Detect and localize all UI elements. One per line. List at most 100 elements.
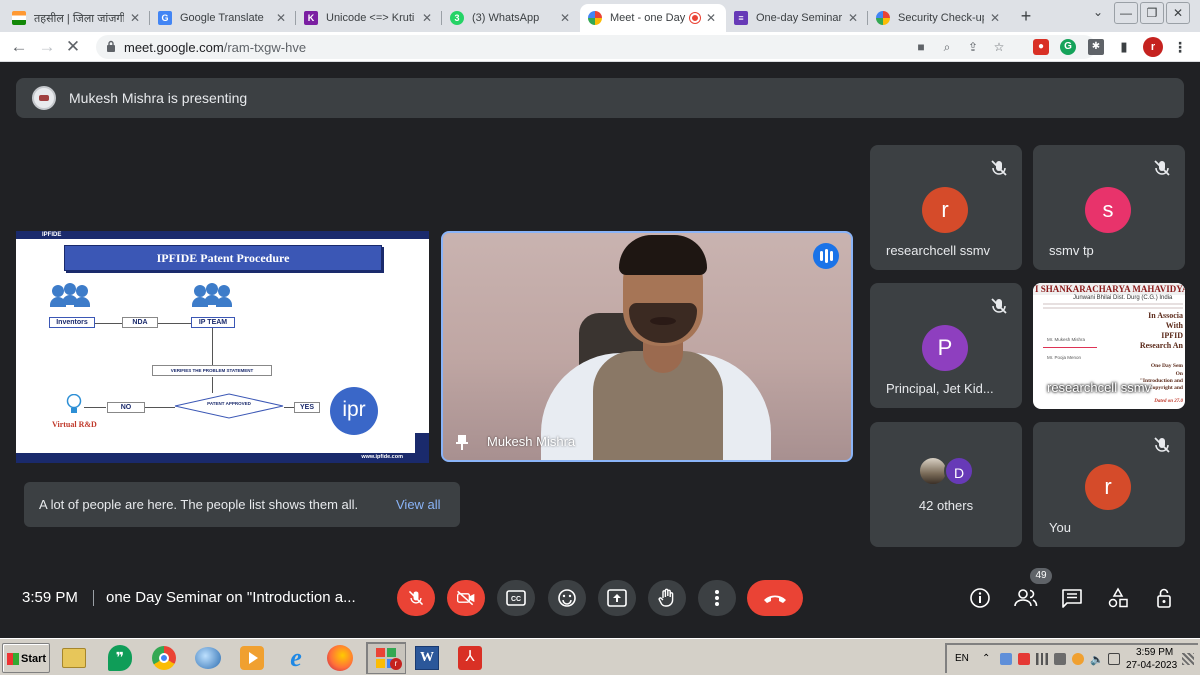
close-tab-icon[interactable]: ✕ [420,11,434,25]
captions-icon: CC [506,590,526,606]
network-signal-icon[interactable] [1036,653,1048,665]
lock-icon[interactable] [106,40,116,52]
minimize-button[interactable]: — [1114,2,1138,24]
internet-explorer-icon[interactable]: e [280,642,312,674]
present-button[interactable] [598,580,636,616]
acrobat-icon[interactable]: ⅄ [454,642,486,674]
zoom-icon[interactable]: ⌕ [939,39,955,55]
chat-button[interactable] [1059,584,1085,612]
inventors-label: Inventors [49,317,95,328]
leave-call-button[interactable] [747,580,803,616]
more-vert-icon [715,590,719,606]
more-options-button[interactable] [698,580,736,616]
captions-button[interactable]: CC [497,580,535,616]
tray-app-icon[interactable] [1000,653,1012,665]
raise-hand-button[interactable] [648,580,686,616]
yes-label: YES [294,402,320,413]
ip-team-people-icon [192,283,232,309]
new-tab-button[interactable]: + [1014,6,1038,28]
tab-security-checkup[interactable]: Security Check-up ✕ [868,4,1010,32]
side-panel-icon[interactable]: ▮ [1116,39,1132,55]
pin-icon[interactable] [455,434,469,450]
light-bulb-icon [66,394,82,413]
close-tab-icon[interactable]: ✕ [846,11,860,25]
ip-team-label: IP TEAM [191,317,235,328]
show-desktop-icon[interactable] [1182,653,1194,665]
mic-toggle-button[interactable] [397,580,435,616]
tab-one-day-seminar[interactable]: ≡ One-day Seminar on ✕ [726,4,868,32]
restore-button[interactable]: ❐ [1140,2,1164,24]
activities-shapes-icon [1108,587,1128,608]
participant-video-tile[interactable]: I SHANKARACHARYA MAHAVIDYAL Junwani Bhil… [1033,283,1185,409]
mic-off-icon [991,160,1007,176]
volume-icon[interactable]: 🔈 [1090,653,1104,666]
participant-avatar: r [922,187,968,233]
camera-in-use-icon[interactable]: ■ [913,39,929,55]
view-all-link[interactable]: View all [396,497,441,512]
recording-icon [690,13,700,23]
speaker-video-tile[interactable]: Mukesh Mishra [441,231,853,462]
meeting-details-button[interactable] [967,584,993,612]
close-tab-icon[interactable]: ✕ [558,11,572,25]
activities-button[interactable] [1105,584,1131,612]
inventors-people-icon [50,283,90,309]
word-icon[interactable]: W [410,642,444,674]
language-indicator[interactable]: EN [955,653,969,664]
speaker-name: Mukesh Mishra [487,434,576,449]
mic-off-icon [1154,437,1170,453]
more-menu-icon[interactable]: ⋮ [1172,39,1188,55]
people-button[interactable] [1013,584,1039,612]
participant-tile[interactable]: r researchcell ssmv [870,145,1022,270]
tab-tehsil[interactable]: तहसील | जिला जांजगी ✕ [4,4,150,32]
self-name: You [1049,520,1071,535]
others-count-label: 42 others [918,498,974,513]
participant-tile[interactable]: P Principal, Jet Kid... [870,283,1022,408]
tray-security-icon[interactable] [1018,653,1030,665]
tab-meet[interactable]: Meet - one Day ✕ [580,4,726,32]
back-button[interactable]: ← [8,36,30,58]
media-player-icon[interactable] [236,642,268,674]
mic-off-icon [408,590,424,606]
file-explorer-icon[interactable] [58,642,90,674]
hangouts-icon[interactable]: ❞ [104,642,136,674]
stop-loading-button[interactable]: ✕ [62,36,84,58]
battery-icon[interactable] [1108,653,1120,665]
grammarly-icon[interactable]: G [1060,39,1076,55]
extension-icon[interactable]: ● [1033,39,1049,55]
bookmark-star-icon[interactable]: ☆ [991,39,1007,55]
hand-icon [658,588,674,607]
address-bar[interactable]: meet.google.com/ram-txgw-hve ■ ⌕ ⇪ ☆ [96,35,1096,59]
extensions-puzzle-icon[interactable]: ✱ [1088,39,1104,55]
profile-avatar[interactable]: r [1143,37,1163,57]
self-tile[interactable]: r You [1033,422,1185,547]
participant-name: researchcell ssmv [1047,380,1152,395]
taskbar-chrome-window[interactable]: r [366,642,406,674]
close-window-button[interactable]: ✕ [1166,2,1190,24]
close-tab-icon[interactable]: ✕ [704,11,718,25]
host-controls-button[interactable] [1151,584,1177,612]
tab-unicode-kruti[interactable]: K Unicode <=> Kruti D ✕ [296,4,442,32]
thunderbird-icon[interactable] [192,642,224,674]
tray-expand-icon[interactable]: ⌃ [982,653,994,665]
participant-avatar: P [922,325,968,371]
forward-button[interactable]: → [36,36,58,58]
others-tile[interactable]: D 42 others [870,422,1022,547]
tray-flag-icon[interactable] [1072,653,1084,665]
close-tab-icon[interactable]: ✕ [274,11,288,25]
camera-toggle-button[interactable] [447,580,485,616]
share-icon[interactable]: ⇪ [965,39,981,55]
tab-google-translate[interactable]: G Google Translate ✕ [150,4,296,32]
shared-screen[interactable]: IPFIDE IPFIDE Patent Procedure Inventors… [16,231,429,463]
reactions-button[interactable] [548,580,586,616]
participant-tile[interactable]: s ssmv tp [1033,145,1185,270]
tab-whatsapp[interactable]: 3 (3) WhatsApp ✕ [442,4,580,32]
close-tab-icon[interactable]: ✕ [128,11,142,25]
tab-search-icon[interactable]: ⌄ [1086,2,1110,24]
present-screen-icon [607,589,627,607]
emoji-icon [558,589,576,607]
tray-device-icon[interactable] [1054,653,1066,665]
close-tab-icon[interactable]: ✕ [988,11,1002,25]
firefox-icon[interactable] [324,642,356,674]
chrome-icon[interactable] [148,642,180,674]
start-button[interactable]: Start [2,643,50,673]
